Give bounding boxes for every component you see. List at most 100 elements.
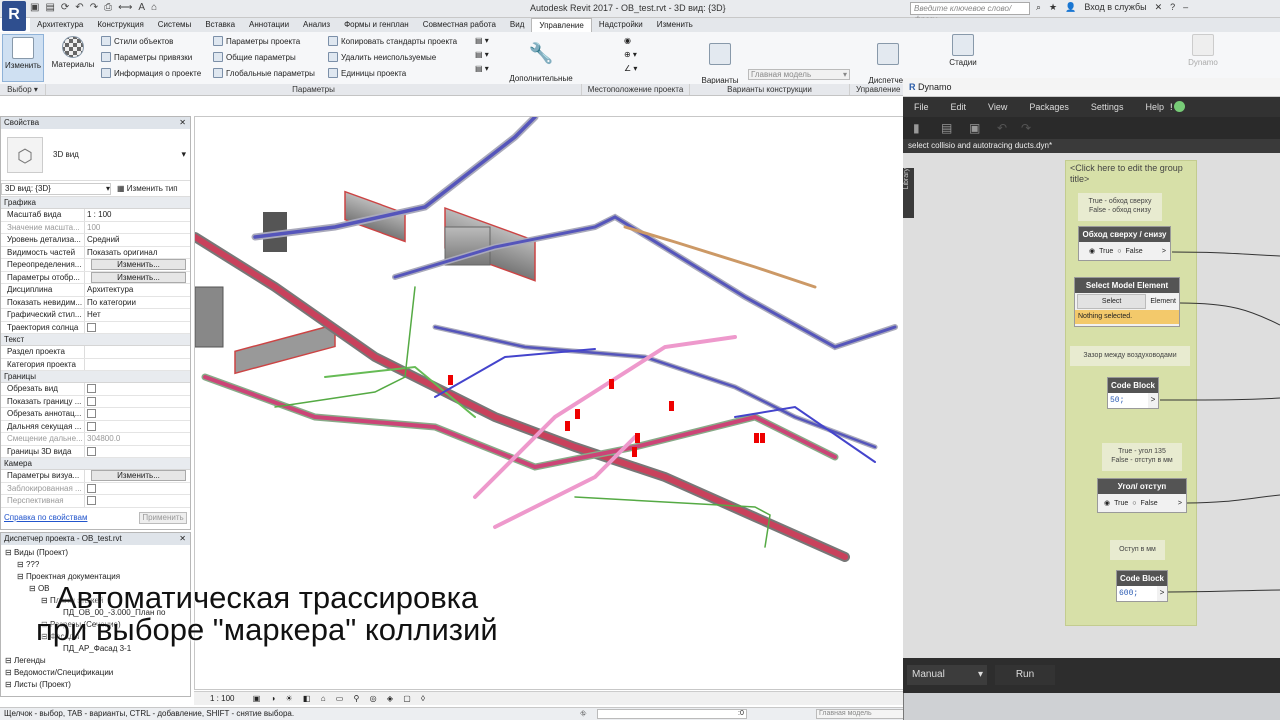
collision-marker[interactable] bbox=[754, 433, 759, 443]
phases-button[interactable]: Стадии bbox=[940, 34, 986, 82]
design-options-button[interactable]: Варианты конструкции bbox=[694, 34, 746, 94]
property-value[interactable]: Средний bbox=[85, 234, 190, 246]
tree-item[interactable]: ⊟ Виды (Проект) bbox=[5, 547, 190, 559]
property-checkbox[interactable] bbox=[87, 396, 96, 406]
redo-icon[interactable]: ↷ bbox=[90, 2, 98, 16]
property-category[interactable]: Границы bbox=[1, 371, 190, 383]
property-category[interactable]: Текст bbox=[1, 334, 190, 346]
select-button[interactable]: Select bbox=[1077, 294, 1147, 309]
tab-massing-site[interactable]: Формы и генплан bbox=[337, 18, 416, 32]
tab-analyze[interactable]: Анализ bbox=[296, 18, 337, 32]
mini-tool-2-icon[interactable]: ▤ ▾ bbox=[475, 50, 489, 59]
group-label-select[interactable]: Выбор ▾ bbox=[0, 84, 46, 95]
transfer-standards-button[interactable]: Копировать стандарты проекта bbox=[328, 36, 457, 46]
tab-annotate[interactable]: Аннотации bbox=[242, 18, 296, 32]
output-port-icon[interactable]: > bbox=[1148, 393, 1158, 408]
coords-field[interactable]: :0 bbox=[597, 709, 747, 719]
search-icon[interactable]: ⌕ bbox=[1036, 2, 1041, 13]
minimize-icon[interactable]: – bbox=[1183, 2, 1188, 13]
object-styles-button[interactable]: Стили объектов bbox=[101, 36, 173, 46]
collision-marker[interactable] bbox=[575, 409, 580, 419]
view-control-icons[interactable]: ▣ ◑ ☀ ◧ ⌂ ▭ ⚲ ◎ ◈ ▢ ◊ bbox=[253, 694, 429, 703]
type-selector[interactable]: ⬡ 3D вид ▾ bbox=[1, 129, 190, 181]
instance-select[interactable]: 3D вид: {3D} ▾ bbox=[1, 182, 111, 195]
edit-type-button[interactable]: ▦ Изменить тип bbox=[117, 184, 178, 193]
tree-item[interactable]: ⊟ Листы (Проект) bbox=[5, 679, 190, 691]
note-offset[interactable]: Оступ в мм bbox=[1110, 540, 1165, 560]
coordinates-icon[interactable]: ⊕ ▾ bbox=[624, 50, 637, 59]
apply-button[interactable]: Применить bbox=[139, 512, 187, 524]
worksets-icon[interactable]: ⛗ bbox=[580, 708, 586, 720]
tree-item[interactable]: ⊟ ??? bbox=[5, 559, 190, 571]
help-icon[interactable]: ? bbox=[1170, 2, 1175, 13]
property-value[interactable]: Показать оригинал bbox=[85, 247, 190, 259]
collision-marker[interactable] bbox=[635, 433, 640, 443]
notification-icon[interactable]: ! bbox=[1170, 97, 1173, 117]
project-params-button[interactable]: Параметры проекта bbox=[213, 36, 300, 46]
sync-icon[interactable]: ⟳ bbox=[61, 2, 69, 16]
tree-item[interactable]: ⊟ Легенды bbox=[5, 655, 190, 667]
collision-marker[interactable] bbox=[669, 401, 674, 411]
menu-settings[interactable]: Settings bbox=[1091, 97, 1124, 117]
view-scale[interactable]: 1 : 100 bbox=[210, 694, 234, 703]
tab-manage[interactable]: Управление bbox=[531, 18, 592, 32]
property-category[interactable]: Графика bbox=[1, 197, 190, 209]
code-input[interactable]: 50; bbox=[1108, 393, 1148, 408]
tab-view[interactable]: Вид bbox=[503, 18, 531, 32]
project-info-button[interactable]: Информация о проекте bbox=[101, 68, 201, 78]
3d-view-icon[interactable]: ⌂ bbox=[151, 2, 157, 16]
code-input[interactable]: 600; bbox=[1117, 586, 1157, 601]
property-value[interactable]: Нет bbox=[85, 309, 190, 321]
tree-item[interactable]: ⊟ Ведомости/Спецификации bbox=[5, 667, 190, 679]
save-file-icon[interactable]: ▣ bbox=[969, 121, 980, 135]
group-title[interactable]: <Click here to edit the group title> bbox=[1066, 161, 1196, 187]
radio-true-selected-icon[interactable]: ◉ bbox=[1104, 499, 1110, 507]
collision-marker[interactable] bbox=[565, 421, 570, 431]
property-checkbox[interactable] bbox=[87, 384, 96, 393]
tab-addins[interactable]: Надстройки bbox=[592, 18, 650, 32]
tab-modify[interactable]: Изменить bbox=[650, 18, 700, 32]
undo-icon[interactable]: ↶ bbox=[75, 2, 83, 16]
undo-icon[interactable]: ↶ bbox=[997, 121, 1007, 135]
materials-button[interactable]: Материалы bbox=[50, 34, 96, 82]
menu-view[interactable]: View bbox=[988, 97, 1007, 117]
edit-property-button[interactable]: Изменить... bbox=[91, 470, 186, 481]
collision-marker[interactable] bbox=[760, 433, 765, 443]
tab-systems[interactable]: Системы bbox=[151, 18, 199, 32]
menu-edit[interactable]: Edit bbox=[951, 97, 967, 117]
tab-structure[interactable]: Конструкция bbox=[90, 18, 150, 32]
menu-help[interactable]: Help bbox=[1145, 97, 1164, 117]
snap-params-button[interactable]: Параметры привязки bbox=[101, 52, 192, 62]
run-button[interactable]: Run bbox=[995, 665, 1055, 685]
manage-links-button[interactable]: Диспетчер связей bbox=[862, 34, 914, 94]
property-checkbox[interactable] bbox=[87, 322, 96, 332]
open-file-icon[interactable]: ▤ bbox=[941, 121, 952, 135]
edit-property-button[interactable]: Изменить... bbox=[91, 271, 186, 283]
search-input[interactable]: Введите ключевое слово/фразу bbox=[910, 2, 1030, 24]
redo-icon[interactable]: ↷ bbox=[1021, 121, 1031, 135]
code-block-gap[interactable]: Code Block 50; > bbox=[1107, 377, 1159, 409]
purge-unused-button[interactable]: Удалить неиспользуемые bbox=[328, 52, 436, 62]
new-file-icon[interactable]: ▮ bbox=[913, 121, 920, 135]
property-value[interactable] bbox=[85, 359, 190, 371]
location-icon[interactable]: ◉ bbox=[624, 36, 637, 45]
tab-insert[interactable]: Вставка bbox=[198, 18, 242, 32]
open-icon[interactable]: ▣ bbox=[30, 2, 39, 16]
mini-tool-3-icon[interactable]: ▤ ▾ bbox=[475, 64, 489, 73]
revit-logo-button[interactable]: R bbox=[2, 1, 26, 31]
property-value[interactable]: 1 : 100 bbox=[85, 209, 190, 221]
tab-collaborate[interactable]: Совместная работа bbox=[416, 18, 503, 32]
properties-help-link[interactable]: Справка по свойствам bbox=[4, 513, 87, 522]
property-value[interactable] bbox=[85, 346, 190, 358]
user-icon[interactable]: 👤 bbox=[1065, 2, 1076, 13]
collision-marker[interactable] bbox=[448, 375, 453, 385]
radio-true-selected-icon[interactable]: ◉ bbox=[1089, 247, 1095, 255]
property-checkbox[interactable] bbox=[87, 421, 96, 431]
library-toggle[interactable]: Library bbox=[903, 168, 914, 218]
dynamo-button[interactable]: Dynamo bbox=[1180, 34, 1226, 82]
property-value[interactable]: Архитектура bbox=[85, 284, 190, 296]
edit-property-button[interactable]: Изменить... bbox=[91, 259, 186, 270]
print-icon[interactable]: ⎙ bbox=[104, 2, 112, 16]
measure-icon[interactable]: ⟷ bbox=[118, 2, 132, 16]
tab-architecture[interactable]: Архитектура bbox=[30, 18, 90, 32]
